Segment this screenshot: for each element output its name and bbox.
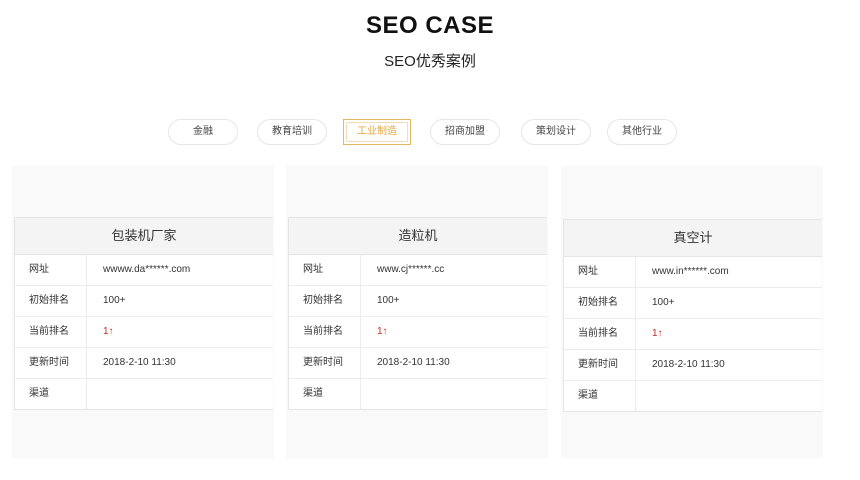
case-table: 真空计 网址 www.in******.com 初始排名 100+ 当前排名 1… xyxy=(563,219,822,412)
current-rank-value: 1↑ xyxy=(652,328,663,339)
current-rank-label: 当前排名 xyxy=(289,317,361,347)
category-tabs: 金融 教育培训 工业制造 招商加盟 策划设计 其他行业 xyxy=(0,119,860,145)
url-value: www.cj******.cc xyxy=(377,264,445,275)
tab-education[interactable]: 教育培训 xyxy=(257,119,327,145)
tab-industrial[interactable]: 工业制造 xyxy=(343,119,411,145)
case-table: 造粒机 网址 www.cj******.cc 初始排名 100+ 当前排名 1↑… xyxy=(288,217,547,410)
url-label: 网址 xyxy=(564,257,636,287)
initial-rank-label: 初始排名 xyxy=(15,286,87,316)
initial-rank-row: 初始排名 100+ xyxy=(289,286,547,317)
update-time-label: 更新时间 xyxy=(289,348,361,378)
url-value: www.in******.com xyxy=(652,266,729,277)
url-row: 网址 wwww.da******.com xyxy=(15,255,273,286)
update-time-row: 更新时间 2018-2-10 11:30 xyxy=(289,348,547,379)
channel-row: 渠道 xyxy=(15,379,273,409)
current-rank-value: 1↑ xyxy=(103,326,114,337)
update-time-value: 2018-2-10 11:30 xyxy=(103,357,176,368)
initial-rank-label: 初始排名 xyxy=(289,286,361,316)
initial-rank-value: 100+ xyxy=(652,297,675,308)
case-table: 包装机厂家 网址 wwww.da******.com 初始排名 100+ 当前排… xyxy=(14,217,273,410)
case-card: 造粒机 网址 www.cj******.cc 初始排名 100+ 当前排名 1↑… xyxy=(286,166,548,458)
update-time-value: 2018-2-10 11:30 xyxy=(377,357,450,368)
channel-label: 渠道 xyxy=(289,379,361,409)
case-title: 造粒机 xyxy=(289,218,547,255)
channel-row: 渠道 xyxy=(564,381,822,411)
current-rank-value: 1↑ xyxy=(377,326,388,337)
channel-label: 渠道 xyxy=(564,381,636,411)
current-rank-row: 当前排名 1↑ xyxy=(15,317,273,348)
current-rank-label: 当前排名 xyxy=(15,317,87,347)
channel-value xyxy=(636,381,822,411)
url-label: 网址 xyxy=(15,255,87,285)
current-rank-row: 当前排名 1↑ xyxy=(289,317,547,348)
tab-franchise[interactable]: 招商加盟 xyxy=(430,119,500,145)
channel-label: 渠道 xyxy=(15,379,87,409)
update-time-value: 2018-2-10 11:30 xyxy=(652,359,725,370)
url-row: 网址 www.cj******.cc xyxy=(289,255,547,286)
current-rank-row: 当前排名 1↑ xyxy=(564,319,822,350)
update-time-row: 更新时间 2018-2-10 11:30 xyxy=(15,348,273,379)
current-rank-label: 当前排名 xyxy=(564,319,636,349)
tab-design[interactable]: 策划设计 xyxy=(521,119,591,145)
initial-rank-value: 100+ xyxy=(377,295,400,306)
initial-rank-row: 初始排名 100+ xyxy=(15,286,273,317)
case-card: 真空计 网址 www.in******.com 初始排名 100+ 当前排名 1… xyxy=(561,166,823,458)
page-subtitle: SEO优秀案例 xyxy=(384,53,476,70)
update-time-label: 更新时间 xyxy=(564,350,636,380)
tab-other[interactable]: 其他行业 xyxy=(607,119,677,145)
case-title: 真空计 xyxy=(564,220,822,257)
update-time-row: 更新时间 2018-2-10 11:30 xyxy=(564,350,822,381)
case-title: 包装机厂家 xyxy=(15,218,273,255)
channel-value xyxy=(87,379,273,409)
update-time-label: 更新时间 xyxy=(15,348,87,378)
url-row: 网址 www.in******.com xyxy=(564,257,822,288)
url-label: 网址 xyxy=(289,255,361,285)
tab-finance[interactable]: 金融 xyxy=(168,119,238,145)
initial-rank-row: 初始排名 100+ xyxy=(564,288,822,319)
url-value: wwww.da******.com xyxy=(103,264,191,275)
page-title: SEO CASE xyxy=(365,12,495,39)
channel-value xyxy=(361,379,547,409)
initial-rank-label: 初始排名 xyxy=(564,288,636,318)
initial-rank-value: 100+ xyxy=(103,295,126,306)
channel-row: 渠道 xyxy=(289,379,547,409)
case-card: 包装机厂家 网址 wwww.da******.com 初始排名 100+ 当前排… xyxy=(12,166,274,458)
